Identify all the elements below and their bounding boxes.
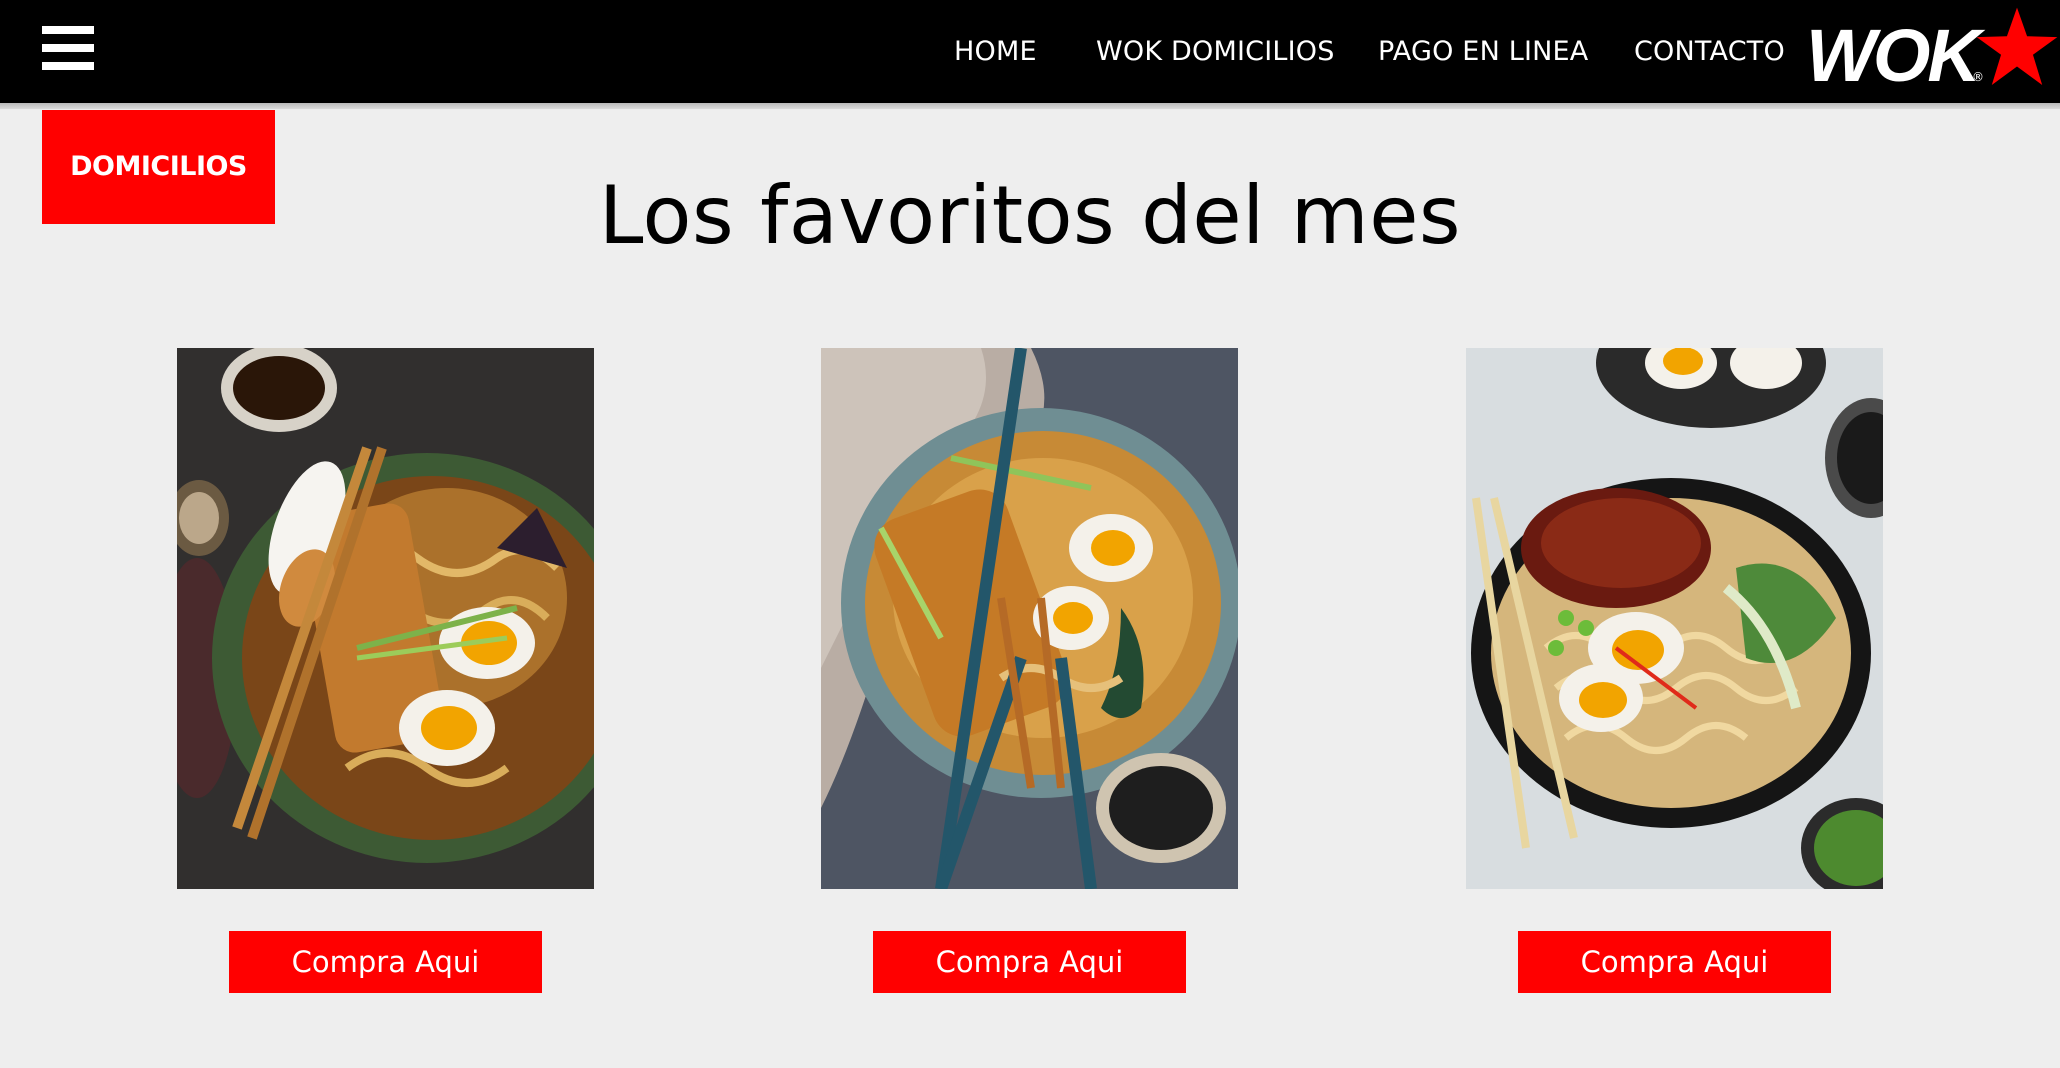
ramen-bowl-photo-2	[821, 348, 1238, 889]
header-shadow	[0, 103, 2060, 109]
buy-button-2[interactable]: Compra Aqui	[873, 931, 1186, 993]
page-title: Los favoritos del mes	[598, 169, 1462, 262]
red-star-icon	[1976, 7, 2058, 85]
nav-contacto-link[interactable]: CONTACTO	[1634, 30, 1785, 74]
top-navigation-bar: HOME WOK DOMICILIOS PAGO EN LINEA CONTAC…	[0, 0, 2060, 103]
wok-logo[interactable]: WOK ®	[1806, 6, 2060, 96]
ramen-bowl-photo-1	[177, 348, 594, 889]
nav-pago-en-linea-link[interactable]: PAGO EN LINEA	[1378, 30, 1588, 74]
buy-button-1[interactable]: Compra Aqui	[229, 931, 542, 993]
logo-text: WOK	[1806, 14, 1981, 97]
ramen-bowl-photo-3	[1466, 348, 1883, 889]
buy-button-3[interactable]: Compra Aqui	[1518, 931, 1831, 993]
nav-home-link[interactable]: HOME	[954, 30, 1037, 74]
nav-wok-domicilios-link[interactable]: WOK DOMICILIOS	[1096, 30, 1335, 74]
hamburger-menu-icon[interactable]	[42, 26, 94, 70]
